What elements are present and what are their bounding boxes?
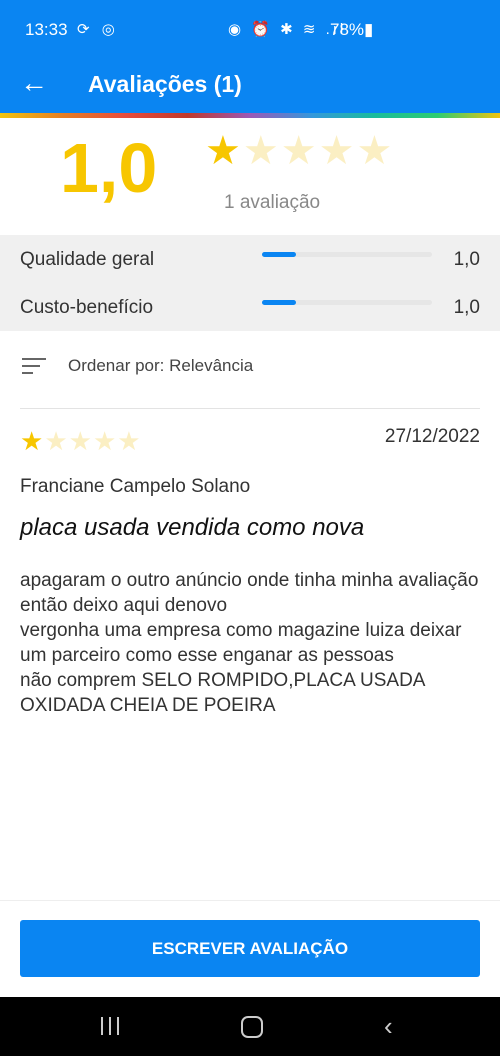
star-empty-icon: ★ xyxy=(280,129,319,173)
criteria-bar xyxy=(262,300,432,305)
star-empty-icon: ★ xyxy=(318,129,357,173)
star-empty-icon: ★ xyxy=(68,426,93,456)
star-empty-icon: ★ xyxy=(44,426,69,456)
average-rating: 1,0 xyxy=(60,129,158,207)
criteria-row: Qualidade geral 1,0 xyxy=(0,235,500,283)
star-empty-icon: ★ xyxy=(117,426,142,456)
system-nav-bar: ‹ xyxy=(0,997,500,1056)
home-icon[interactable] xyxy=(241,1016,263,1038)
review-count: 1 avaliação xyxy=(224,192,321,213)
review-author: Franciane Campelo Solano xyxy=(20,476,251,497)
status-time: 13:33 xyxy=(25,20,68,39)
back-arrow-icon[interactable]: ← xyxy=(20,68,50,100)
sort-control[interactable]: Ordenar por: Relevância xyxy=(0,340,500,392)
status-bar: 13:33 ⟳ ◎ ◉ ⏰ ✱ ≋ .ıl 78%▮ xyxy=(0,0,500,58)
criteria-bar-fill xyxy=(262,252,296,257)
system-icons: ◉ ⏰ ✱ ≋ .ıl xyxy=(228,21,347,38)
criteria-bar-fill xyxy=(262,300,296,305)
sort-icon xyxy=(22,358,46,376)
divider xyxy=(20,408,480,409)
review-stars: ★★★★★ xyxy=(20,426,142,457)
review-body: apagaram o outro anúncio onde tinha minh… xyxy=(20,570,479,716)
summary-stars: ★★★★★ xyxy=(205,128,394,174)
criteria-panel: Qualidade geral 1,0 Custo-benefício 1,0 xyxy=(0,235,500,331)
review-date: 27/12/2022 xyxy=(384,426,480,447)
page-title: Avaliações (1) xyxy=(88,71,242,97)
sort-label: Ordenar por: Relevância xyxy=(68,356,254,375)
criteria-label: Custo-benefício xyxy=(20,297,154,318)
star-filled-icon: ★ xyxy=(20,426,45,456)
criteria-value: 1,0 xyxy=(453,297,480,318)
star-empty-icon: ★ xyxy=(242,129,281,173)
rainbow-divider xyxy=(0,113,500,118)
notification-icons: ⟳ ◎ xyxy=(77,21,119,38)
criteria-label: Qualidade geral xyxy=(20,249,155,270)
criteria-row: Custo-benefício 1,0 xyxy=(0,283,500,331)
divider xyxy=(0,900,500,901)
review-title: placa usada vendida como nova xyxy=(20,514,365,541)
battery-indicator: 78%▮ xyxy=(330,20,374,39)
star-filled-icon: ★ xyxy=(205,129,243,173)
star-empty-icon: ★ xyxy=(356,129,395,173)
app-bar: ← Avaliações (1) xyxy=(0,58,500,113)
write-review-button[interactable]: ESCREVER AVALIAÇÃO xyxy=(20,920,480,977)
recents-icon[interactable] xyxy=(101,1017,121,1035)
criteria-value: 1,0 xyxy=(453,249,480,270)
star-empty-icon: ★ xyxy=(92,426,118,456)
criteria-bar xyxy=(262,252,432,257)
nav-back-icon[interactable]: ‹ xyxy=(384,1011,393,1042)
